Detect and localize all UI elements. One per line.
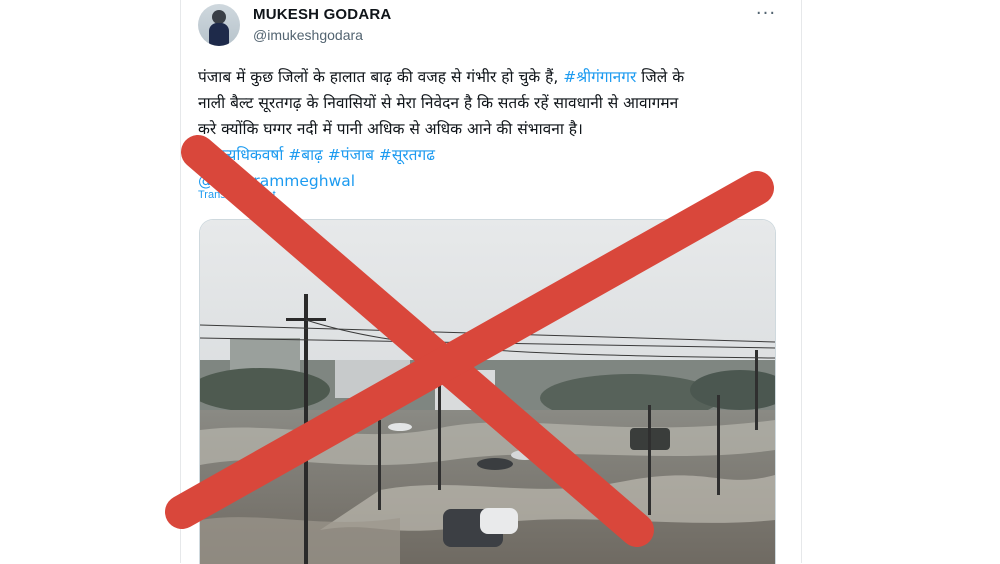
tweet-text: पंजाब में कुछ जिलों के हालात बाढ़ की वजह… — [198, 64, 778, 194]
tweet-media-image[interactable] — [199, 219, 776, 564]
tweet-text-segment: जिले के — [636, 68, 685, 86]
tweet-text-line-2: नाली बैल्ट सूरतगढ़ के निवासियों से मेरा … — [198, 94, 679, 112]
author-handle[interactable]: @imukeshgodara — [253, 27, 363, 43]
hashtag-link[interactable]: #श्रीगंगानगर — [563, 68, 636, 86]
tweet-text-segment: पंजाब में कुछ जिलों के हालात बाढ़ की वजह… — [198, 68, 564, 86]
flood-scene-image — [200, 220, 775, 564]
mention-link[interactable]: @arjunrammeghwal — [198, 168, 778, 194]
tweet-text-line-1: पंजाब में कुछ जिलों के हालात बाढ़ की वजह… — [198, 64, 778, 90]
author-name[interactable]: MUKESH GODARA — [253, 6, 391, 23]
avatar-body — [209, 23, 229, 46]
author-avatar[interactable] — [198, 4, 240, 46]
more-options-icon[interactable]: ··· — [752, 2, 780, 26]
translate-tweet-link[interactable]: Translate Tweet — [198, 189, 276, 201]
avatar-head — [212, 10, 226, 24]
hashtags-links[interactable]: #अत्यधिकवर्षा #बाढ़ #पंजाब #सूरतगढ — [198, 142, 778, 168]
tweet-text-line-3: करे क्योंकि घग्गर नदी में पानी अधिक से अ… — [198, 120, 583, 138]
